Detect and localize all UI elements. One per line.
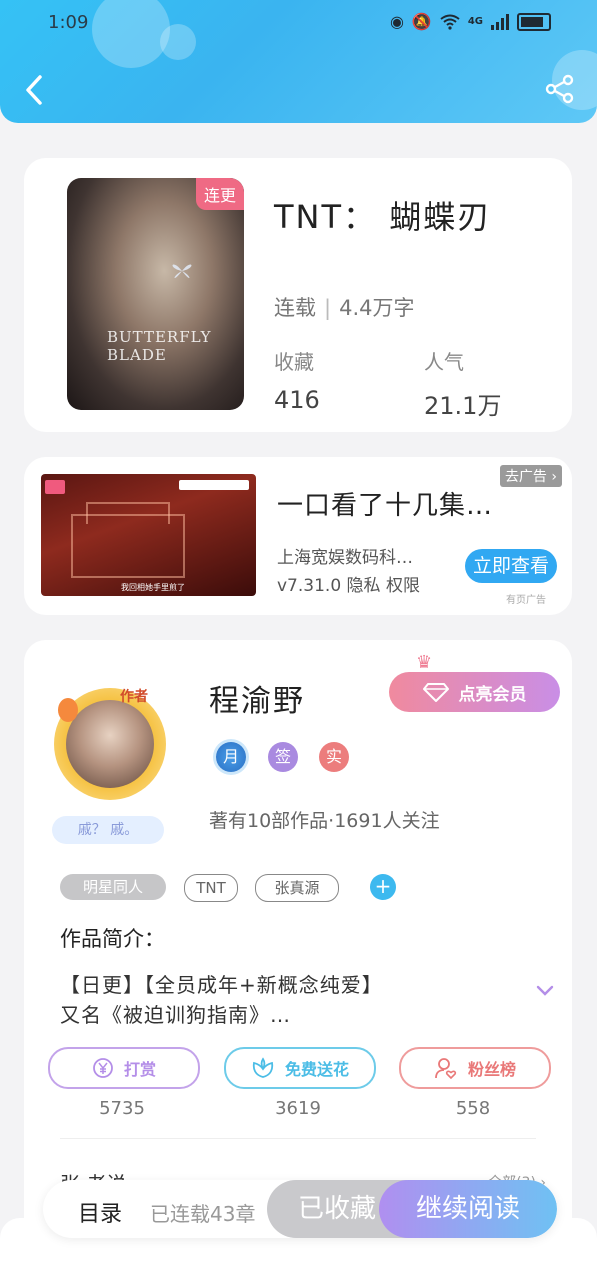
toc-button[interactable]: 目录 — [78, 1196, 122, 1228]
book-status-line: 连载 | 4.4万字 — [274, 296, 415, 320]
remove-ad-button[interactable]: 去广告 › — [499, 465, 562, 487]
ad-search-bar — [179, 480, 249, 490]
mute-bell-icon: 🔕 — [411, 12, 432, 31]
send-flower-button[interactable]: 免费送花 — [224, 1047, 376, 1089]
tip-count: 5735 — [99, 1098, 145, 1119]
tag-pill[interactable]: 张真源 — [255, 874, 339, 902]
user-heart-icon — [435, 1058, 457, 1079]
divider — [60, 1138, 536, 1139]
yen-coin-icon — [93, 1058, 113, 1078]
chapter-count: 已连载43章 — [150, 1202, 256, 1226]
vip-button[interactable]: 点亮会员 — [389, 672, 560, 712]
popularity-label: 人气 — [424, 350, 464, 374]
favorites-value: 416 — [274, 386, 320, 414]
wifi-icon — [440, 14, 460, 30]
favorites-label: 收藏 — [274, 350, 314, 374]
status-icons: ◉ 🔕 4G — [390, 12, 551, 31]
tip-label: 打赏 — [123, 1060, 156, 1079]
ad-image-caption: 我回相她手里煎了 — [121, 583, 185, 592]
badge-signed[interactable]: 签 — [268, 742, 298, 772]
fan-rank-button[interactable]: 粉丝榜 — [399, 1047, 551, 1089]
book-info-card: 连更 BUTTERFLY BLADE TNT： 蝴蝶刃 连载 | 4.4万字 收藏 … — [24, 158, 572, 432]
crown-icon: ♛ — [416, 652, 433, 673]
badge-month[interactable]: 月 — [216, 742, 246, 772]
fan-count: 558 — [455, 1098, 491, 1119]
share-icon[interactable] — [545, 74, 575, 104]
intro-heading: 作品简介： — [60, 927, 165, 951]
top-header: 1:09 ◉ 🔕 4G — [0, 0, 597, 123]
ad-card[interactable]: 我回相她手里煎了 去广告 › 一口看了十几集… 上海宽娱数码科… v7.31.0… — [24, 457, 572, 615]
status-time: 1:09 — [48, 12, 89, 33]
ad-building — [71, 514, 185, 578]
decor-bubble — [160, 24, 196, 60]
ad-source-label: 有页广告 — [506, 595, 546, 606]
back-icon[interactable] — [20, 72, 50, 108]
badge-verified[interactable]: 实 — [319, 742, 349, 772]
ad-view-button[interactable]: 立即查看 — [465, 549, 557, 583]
continue-reading-button[interactable]: 继续阅读 — [379, 1180, 557, 1238]
tag-pill[interactable]: 明星同人 — [60, 874, 166, 900]
ad-app-logo — [45, 480, 65, 494]
author-motto: 戚？ 戚。 — [52, 816, 164, 844]
intro-line: 又名《被迫训狗指南》… — [60, 1003, 291, 1027]
popularity-value: 21.1万 — [424, 392, 502, 420]
cover-title: BUTTERFLY BLADE — [107, 328, 212, 364]
ad-meta[interactable]: v7.31.0 隐私 权限 — [277, 571, 420, 596]
ad-title: 一口看了十几集… — [277, 491, 494, 521]
decor-bubble — [92, 0, 170, 68]
ad-image[interactable]: 我回相她手里煎了 — [41, 474, 256, 596]
cover-serial-tag: 连更 — [195, 178, 244, 210]
author-role-tag: 作者 — [120, 689, 148, 705]
ad-company: 上海宽娱数码科… — [277, 548, 413, 568]
flower-icon — [252, 1057, 274, 1078]
tip-button[interactable]: 打赏 — [48, 1047, 200, 1089]
intro-line: 【日更】【全员成年+新概念纯爱】 — [60, 973, 383, 997]
tag-pill[interactable]: TNT — [184, 874, 238, 902]
send-flower-label: 免费送花 — [284, 1060, 349, 1079]
network-type: 4G — [467, 16, 483, 27]
expand-chevron-icon[interactable] — [536, 982, 554, 1000]
author-name[interactable]: 程渝野 — [209, 676, 305, 720]
eye-icon: ◉ — [389, 12, 404, 31]
vip-label: 点亮会员 — [458, 684, 527, 705]
butterfly-icon — [172, 264, 192, 279]
author-bio: 著有10部作品·1691人关注 — [209, 810, 440, 832]
add-tag-button[interactable]: + — [370, 874, 396, 900]
signal-icon — [491, 13, 509, 30]
diamond-icon — [422, 683, 449, 702]
battery-icon — [517, 12, 551, 31]
avatar-photo — [66, 700, 154, 788]
flower-count: 3619 — [275, 1098, 321, 1119]
bottom-action-bar: 目录 已连载43章 已收藏 继续阅读 — [43, 1180, 557, 1238]
balloon-icon — [58, 698, 78, 722]
intro-text[interactable]: 【日更】【全员成年+新概念纯爱】 又名《被迫训狗指南》… — [60, 970, 383, 1030]
fan-rank-label: 粉丝榜 — [467, 1060, 516, 1079]
book-cover[interactable]: 连更 BUTTERFLY BLADE — [67, 178, 244, 410]
book-title: TNT： 蝴蝶刃 — [274, 198, 492, 236]
word-count: 4.4万字 — [339, 296, 415, 320]
serial-status: 连载 — [274, 296, 316, 320]
